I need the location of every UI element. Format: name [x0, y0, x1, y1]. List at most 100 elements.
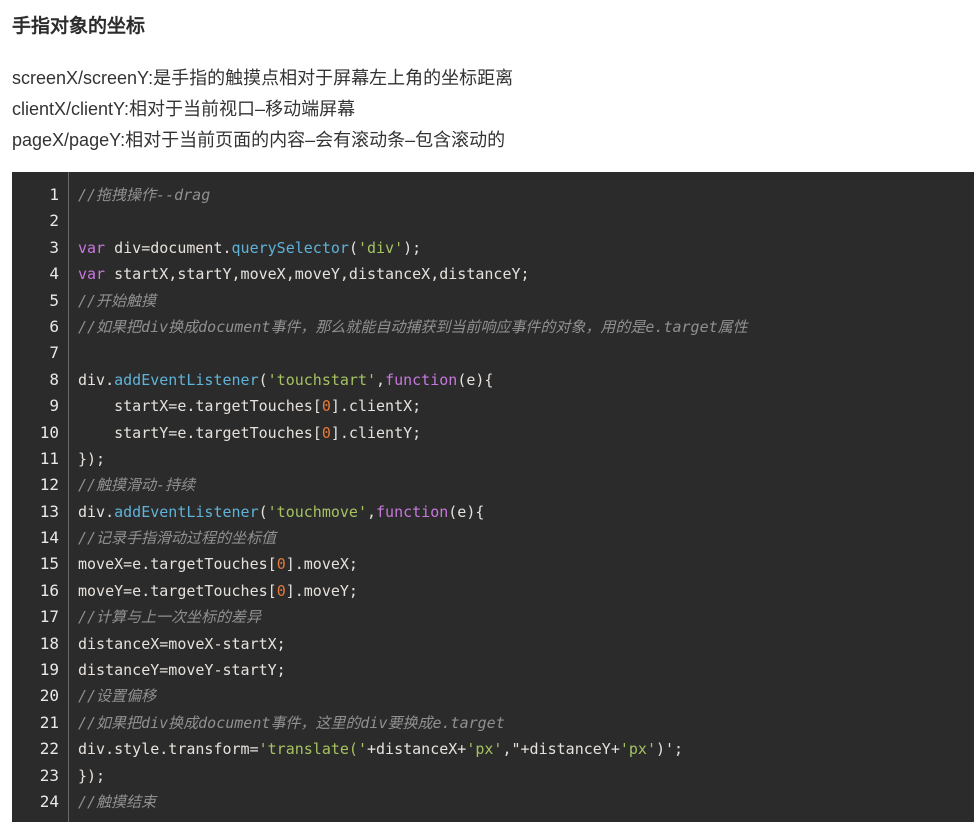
description-block: screenX/screenY:是手指的触摸点相对于屏幕左上角的坐标距离 cli…	[12, 63, 513, 156]
code-text: //记录手指滑动过程的坐标值	[78, 525, 276, 551]
code-line: 9 startX=e.targetTouches[0].clientX;	[12, 393, 974, 419]
code-token-comment: //设置偏移	[78, 687, 157, 706]
code-line: 2	[12, 208, 974, 234]
code-text: //触摸结束	[78, 789, 156, 815]
code-token-plain: ].clientX;	[330, 397, 422, 416]
code-token-plain: (	[348, 238, 358, 257]
code-line: 14 //记录手指滑动过程的坐标值	[12, 525, 974, 551]
code-line: 11});	[12, 446, 974, 472]
code-text: startX=e.targetTouches[0].clientX;	[78, 393, 421, 419]
code-token-plain: startX,startY,moveX,moveY,distanceX,dist…	[105, 265, 530, 284]
description-line-page: pageX/pageY:相对于当前页面的内容–会有滚动条–包含滚动的	[12, 130, 506, 150]
code-token-comment: //如果把div换成document事件，那么就能自动捕获到当前响应事件的对象，…	[78, 317, 748, 336]
line-number: 6	[49, 316, 59, 336]
code-token-plain: div.style.transform=	[78, 740, 259, 759]
code-text: //设置偏移	[78, 683, 156, 709]
code-token-comment: //如果把div换成document事件，这里的div要换成e.target	[78, 713, 505, 732]
code-token-plain: (e){	[457, 370, 494, 389]
code-text: distanceX=moveX-startX;	[78, 631, 286, 657]
code-line: 17 //计算与上一次坐标的差异	[12, 604, 974, 630]
code-token-comment: //触摸结束	[78, 792, 157, 811]
code-token-num: 0	[276, 555, 286, 574]
line-number: 9	[49, 396, 59, 416]
code-token-comment: //计算与上一次坐标的差异	[78, 608, 262, 627]
code-token-plain: );	[403, 238, 422, 257]
code-token-comment: //开始触摸	[78, 291, 157, 310]
code-token-str: 'div'	[357, 238, 404, 257]
line-number: 22	[39, 739, 59, 759]
code-text: //如果把div换成document事件，这里的div要换成e.target	[78, 710, 505, 736]
line-number: 19	[39, 660, 59, 680]
code-token-str: 'px'	[619, 740, 656, 759]
line-number: 23	[39, 765, 59, 785]
section-heading: 手指对象的坐标	[12, 16, 146, 37]
code-text: //计算与上一次坐标的差异	[78, 604, 261, 630]
code-token-comment: //拖拽操作--drag	[78, 186, 211, 204]
code-token-plain: moveX=e.targetTouches[	[78, 555, 277, 574]
code-token-plain: });	[78, 449, 106, 468]
line-number: 1	[49, 185, 59, 204]
description-line-client: clientX/clientY:相对于当前视口–移动端屏幕	[12, 99, 356, 119]
code-text: //开始触摸	[78, 288, 156, 314]
code-line: 1 //拖拽操作--drag	[12, 182, 974, 208]
line-number: 3	[49, 237, 59, 257]
code-line: 15 moveX=e.targetTouches[0].moveX;	[12, 551, 974, 577]
code-token-str: 'touchmove'	[267, 502, 367, 521]
line-number: 11	[39, 448, 59, 468]
line-number: 16	[39, 580, 59, 600]
code-line: 24 //触摸结束	[12, 789, 974, 815]
code-line: 19 distanceY=moveY-startY;	[12, 657, 974, 683]
code-token-comment: //触摸滑动-持续	[78, 476, 196, 495]
line-number: 14	[39, 528, 59, 548]
code-line: 3 var div=document.querySelector('div');	[12, 235, 974, 261]
code-line: 21 //如果把div换成document事件，这里的div要换成e.target	[12, 710, 974, 736]
code-text: div.addEventListener('touchstart',functi…	[78, 367, 493, 393]
code-token-kw: var	[78, 265, 106, 284]
code-text: distanceY=moveY-startY;	[78, 657, 286, 683]
code-text: //如果把div换成document事件，那么就能自动捕获到当前响应事件的对象，…	[78, 314, 748, 340]
code-text: //触摸滑动-持续	[78, 472, 195, 498]
code-token-plain: ,	[367, 502, 377, 521]
code-text: });	[78, 763, 105, 789]
line-number: 7	[49, 343, 59, 363]
code-line: 23});	[12, 763, 974, 789]
code-text: //拖拽操作--drag	[78, 182, 210, 208]
code-token-plain: )';	[656, 740, 684, 759]
code-token-fn: querySelector	[231, 238, 349, 257]
code-token-plain: div.	[78, 502, 115, 521]
code-line: 8 div.addEventListener('touchstart',funct…	[12, 367, 974, 393]
code-text: var div=document.querySelector('div');	[78, 235, 421, 261]
code-token-kw: function	[385, 370, 458, 389]
code-token-num: 0	[321, 397, 331, 416]
code-token-fn: addEventListener	[114, 502, 259, 521]
code-text: startY=e.targetTouches[0].clientY;	[78, 420, 421, 446]
code-token-str: 'touchstart'	[267, 370, 377, 389]
line-number: 12	[39, 475, 59, 495]
code-token-plain: ].moveX;	[285, 555, 358, 574]
code-token-plain: div.	[78, 370, 115, 389]
code-block[interactable]: 1//拖拽操作--drag 2 3 var div=document.querySel…	[12, 172, 974, 822]
code-line: 16 moveY=e.targetTouches[0].moveY;	[12, 578, 974, 604]
code-token-plain: distanceX=moveX-startX;	[78, 634, 286, 653]
code-line: 22 div.style.transform='translate('+dista…	[12, 736, 974, 762]
code-token-plain: div=document.	[105, 238, 232, 257]
code-text: var startX,startY,moveX,moveY,distanceX,…	[78, 261, 530, 287]
line-number: 8	[49, 369, 59, 389]
code-token-plain: distanceY=moveY-startY;	[78, 661, 286, 680]
code-token-kw: var	[78, 238, 106, 257]
code-token-plain: (e){	[448, 502, 485, 521]
code-token-plain: moveY=e.targetTouches[	[78, 581, 277, 600]
code-token-str: 'translate('	[258, 740, 367, 759]
code-token-plain: });	[78, 766, 106, 785]
code-token-kw: function	[376, 502, 449, 521]
code-line: 7	[12, 340, 974, 366]
code-text: div.addEventListener('touchmove',functio…	[78, 499, 484, 525]
code-token-fn: addEventListener	[114, 370, 259, 389]
code-token-plain: startY=e.targetTouches[	[78, 423, 322, 442]
line-number: 10	[39, 422, 59, 442]
line-number: 4	[49, 264, 59, 284]
code-line: 13 div.addEventListener('touchmove',funct…	[12, 499, 974, 525]
code-token-comment: //记录手指滑动过程的坐标值	[78, 529, 277, 548]
line-number: 21	[39, 712, 59, 732]
code-line: 18 distanceX=moveX-startX;	[12, 631, 974, 657]
